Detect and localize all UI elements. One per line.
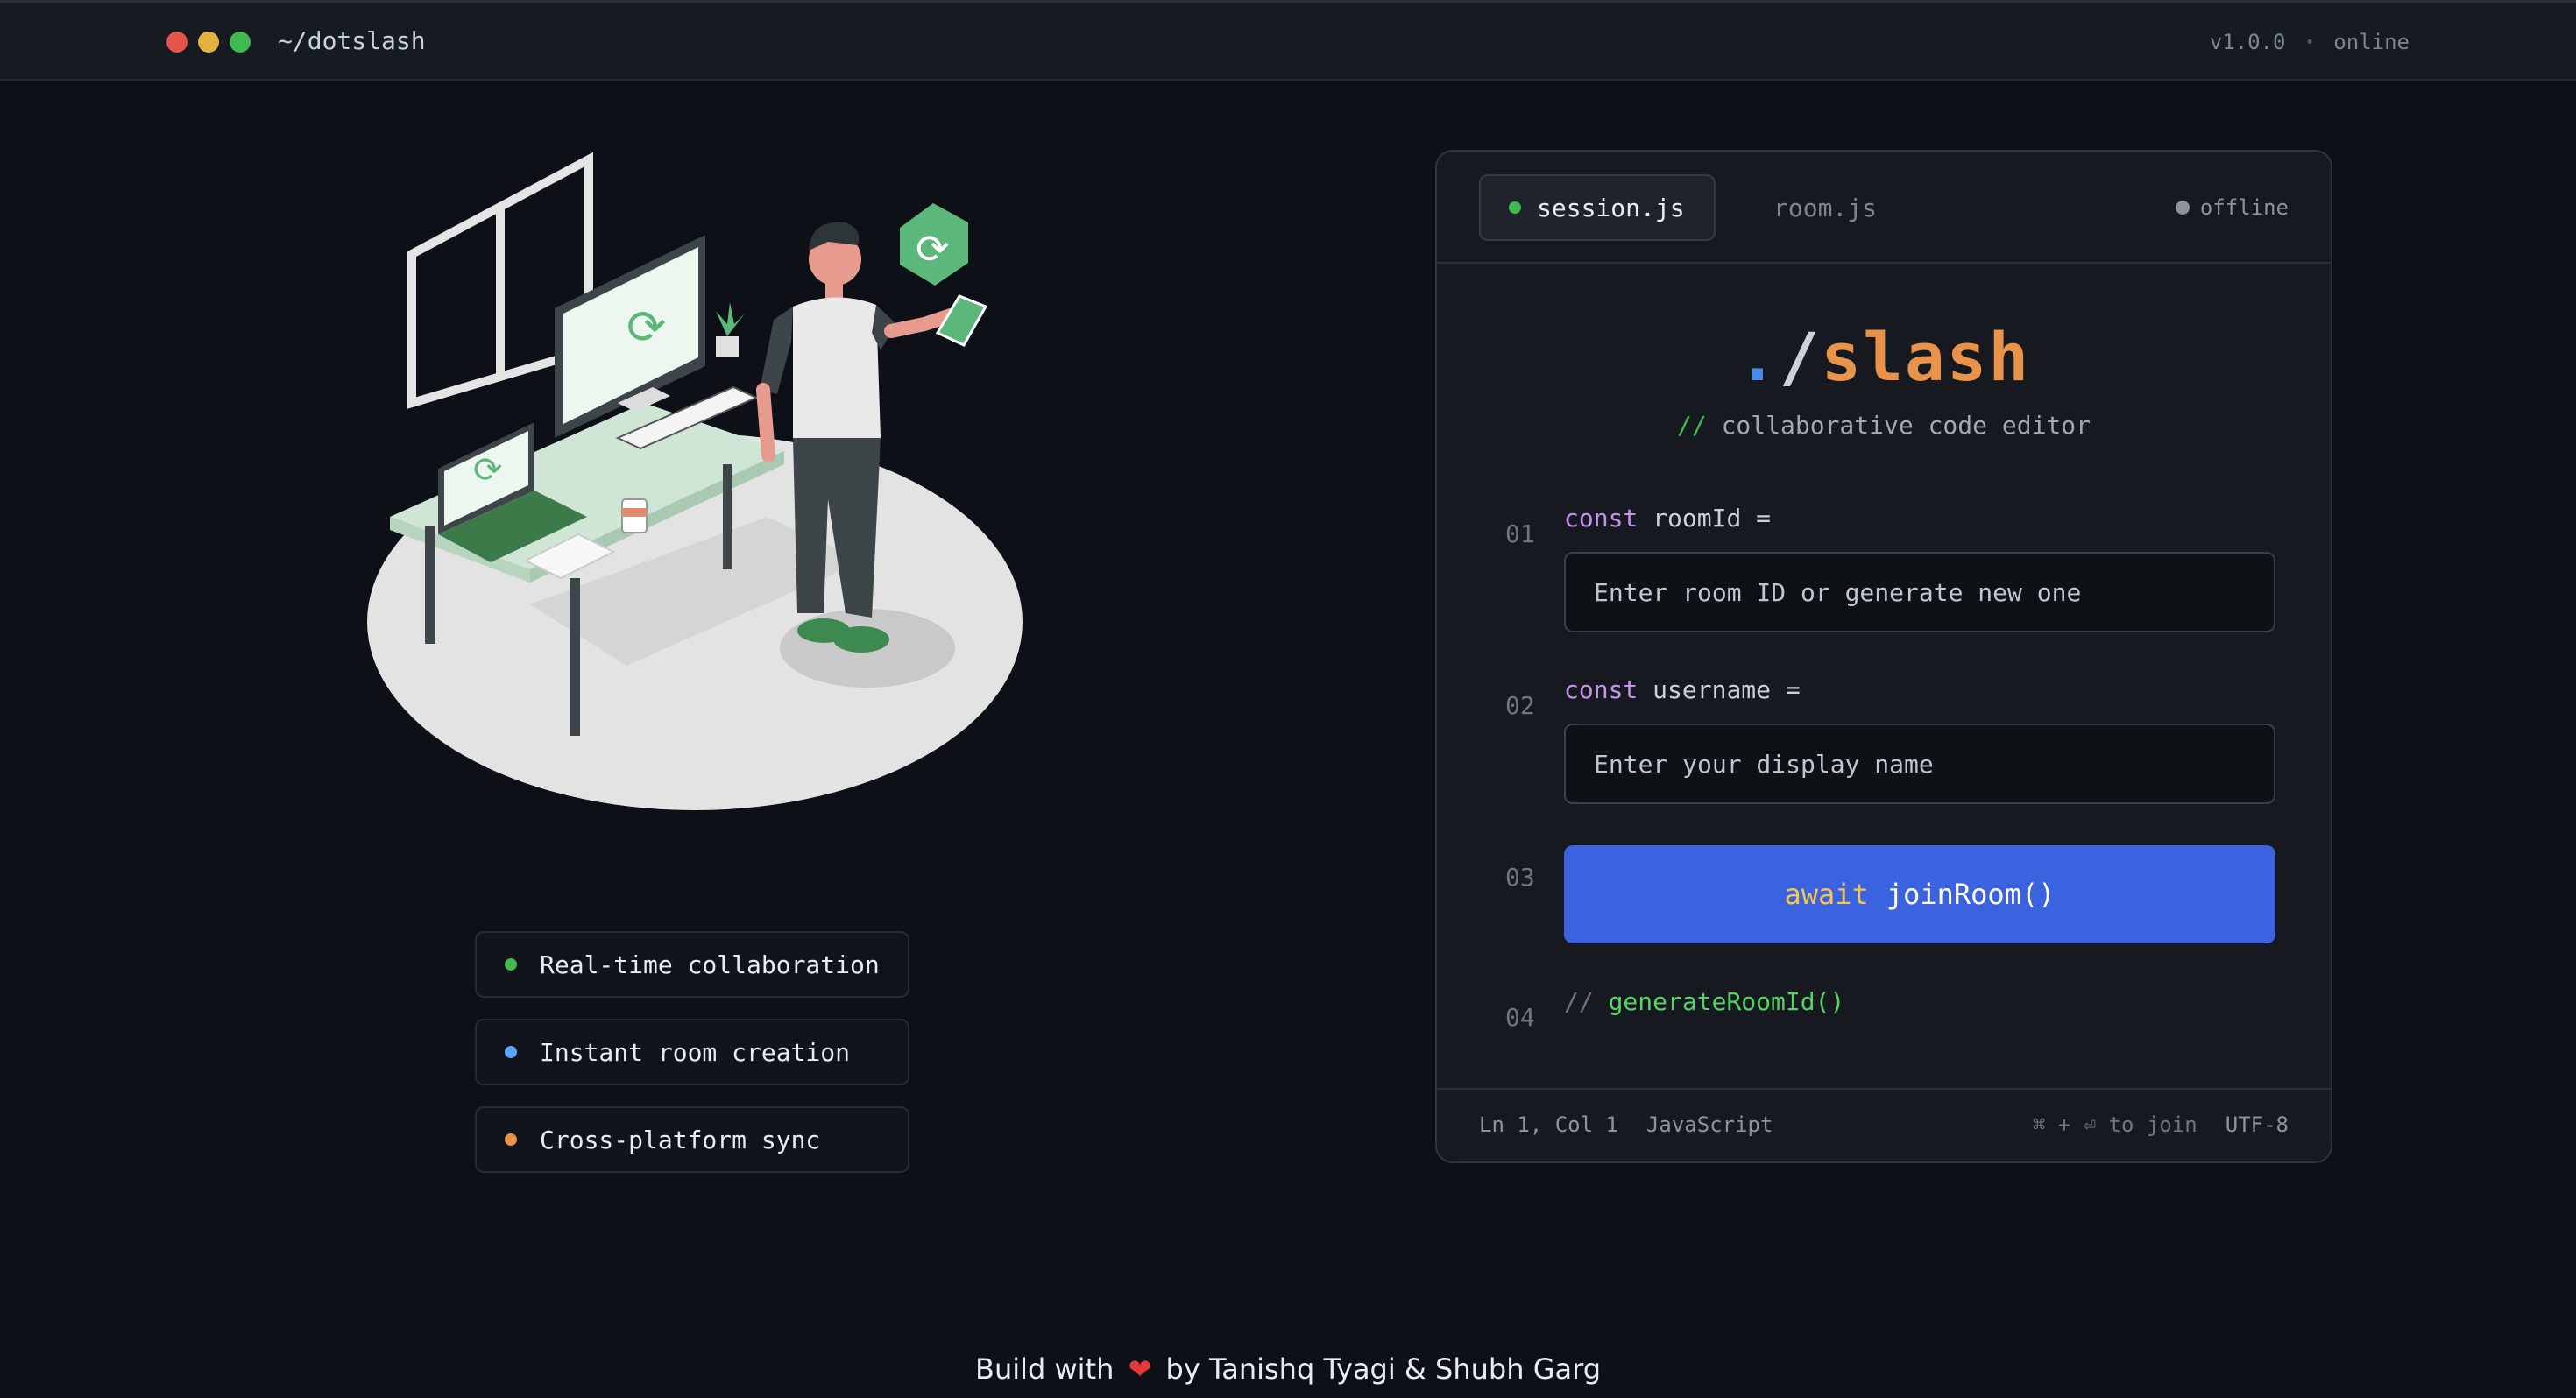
line-number: 03 bbox=[1505, 863, 1535, 892]
svg-text:⟳: ⟳ bbox=[916, 225, 950, 272]
shortcut-hint: ⌘ + ⏎ to join bbox=[2032, 1112, 2197, 1137]
feature-label: Real-time collaboration bbox=[540, 950, 880, 979]
status-bar: Ln 1, Col 1 JavaScript ⌘ + ⏎ to join UTF… bbox=[1437, 1088, 2331, 1161]
person-at-desk-illustration: ⟳ ⟳ ⟳ bbox=[367, 152, 1023, 810]
credit-authors: by Tanishq Tyagi & Shubh Garg bbox=[1165, 1352, 1601, 1386]
app-logo: ./slash bbox=[1437, 318, 2331, 396]
feature-label: Instant room creation bbox=[540, 1037, 851, 1067]
feature-item-realtime: Real-time collaboration bbox=[475, 931, 909, 998]
version-label: v1.0.0 bbox=[2209, 30, 2286, 54]
app-title: ~/dotslash bbox=[278, 26, 426, 55]
username-label: const username = bbox=[1564, 675, 1801, 704]
credit-prefix: Build with bbox=[975, 1352, 1115, 1386]
room-id-label: const roomId = bbox=[1564, 504, 1771, 533]
minimize-dot-icon[interactable] bbox=[198, 32, 219, 53]
blue-dot-icon bbox=[505, 1046, 517, 1058]
cursor-position: Ln 1, Col 1 bbox=[1479, 1112, 1618, 1137]
comment-slashes: // bbox=[1564, 987, 1594, 1016]
language-mode: JavaScript bbox=[1645, 1112, 1773, 1137]
generate-room-id-label: generateRoomId() bbox=[1608, 987, 1845, 1016]
logo-dot: . bbox=[1737, 318, 1780, 396]
window-controls bbox=[166, 32, 251, 53]
line-number: 04 bbox=[1505, 1003, 1535, 1032]
tab-label: session.js bbox=[1537, 193, 1685, 222]
orange-dot-icon bbox=[505, 1133, 517, 1146]
feature-item-instant-room: Instant room creation bbox=[475, 1019, 909, 1085]
green-dot-icon bbox=[505, 958, 517, 971]
logo-name: slash bbox=[1821, 318, 2031, 396]
feature-label: Cross-platform sync bbox=[540, 1125, 821, 1154]
tab-room-js[interactable]: room.js bbox=[1773, 194, 1877, 222]
tagline-comment: // bbox=[1676, 411, 1707, 440]
line-number: 01 bbox=[1505, 519, 1535, 548]
logo-slash: / bbox=[1779, 318, 1822, 396]
line-number: 02 bbox=[1505, 691, 1535, 720]
connection-indicator: offline bbox=[2175, 195, 2289, 220]
feature-item-sync: Cross-platform sync bbox=[475, 1106, 909, 1173]
keyword: const bbox=[1564, 504, 1638, 533]
room-id-input[interactable] bbox=[1564, 552, 2275, 632]
feature-list: Real-time collaboration Instant room cre… bbox=[475, 931, 909, 1194]
app-meta: v1.0.0 • online bbox=[2210, 30, 2410, 54]
close-dot-icon[interactable] bbox=[166, 32, 188, 53]
await-keyword: await bbox=[1784, 878, 1869, 911]
join-room-panel: session.js room.js offline ./slash // co… bbox=[1435, 150, 2332, 1163]
join-call: joinRoom() bbox=[1886, 878, 2056, 911]
workspace-illustration: ⟳ ⟳ ⟳ bbox=[355, 149, 1038, 823]
status-dot-icon bbox=[2175, 201, 2190, 215]
connection-status: online bbox=[2333, 30, 2410, 54]
status-label: offline bbox=[2199, 195, 2289, 220]
active-dot-icon bbox=[1509, 201, 1521, 214]
svg-text:⟳: ⟳ bbox=[626, 300, 666, 355]
separator: • bbox=[2304, 32, 2315, 52]
generate-room-link[interactable]: // generateRoomId() bbox=[1564, 987, 1844, 1016]
keyword: const bbox=[1564, 675, 1638, 704]
encoding-label: UTF-8 bbox=[2225, 1112, 2289, 1137]
tab-session-js[interactable]: session.js bbox=[1479, 174, 1716, 241]
variable: username = bbox=[1652, 675, 1801, 704]
editor-tab-bar: session.js room.js offline bbox=[1437, 152, 2331, 264]
tagline: // collaborative code editor bbox=[1437, 411, 2331, 440]
maximize-dot-icon[interactable] bbox=[230, 32, 251, 53]
footer-credit: Build with ❤ by Tanishq Tyagi & Shubh Ga… bbox=[0, 1352, 2576, 1386]
svg-text:⟳: ⟳ bbox=[473, 450, 503, 491]
join-room-button[interactable]: await joinRoom() bbox=[1564, 845, 2275, 943]
variable: roomId = bbox=[1652, 504, 1772, 533]
top-bar: ~/dotslash v1.0.0 • online bbox=[0, 0, 2576, 81]
username-input[interactable] bbox=[1564, 724, 2275, 804]
heart-icon: ❤ bbox=[1128, 1352, 1152, 1386]
tagline-text: collaborative code editor bbox=[1721, 411, 2091, 440]
